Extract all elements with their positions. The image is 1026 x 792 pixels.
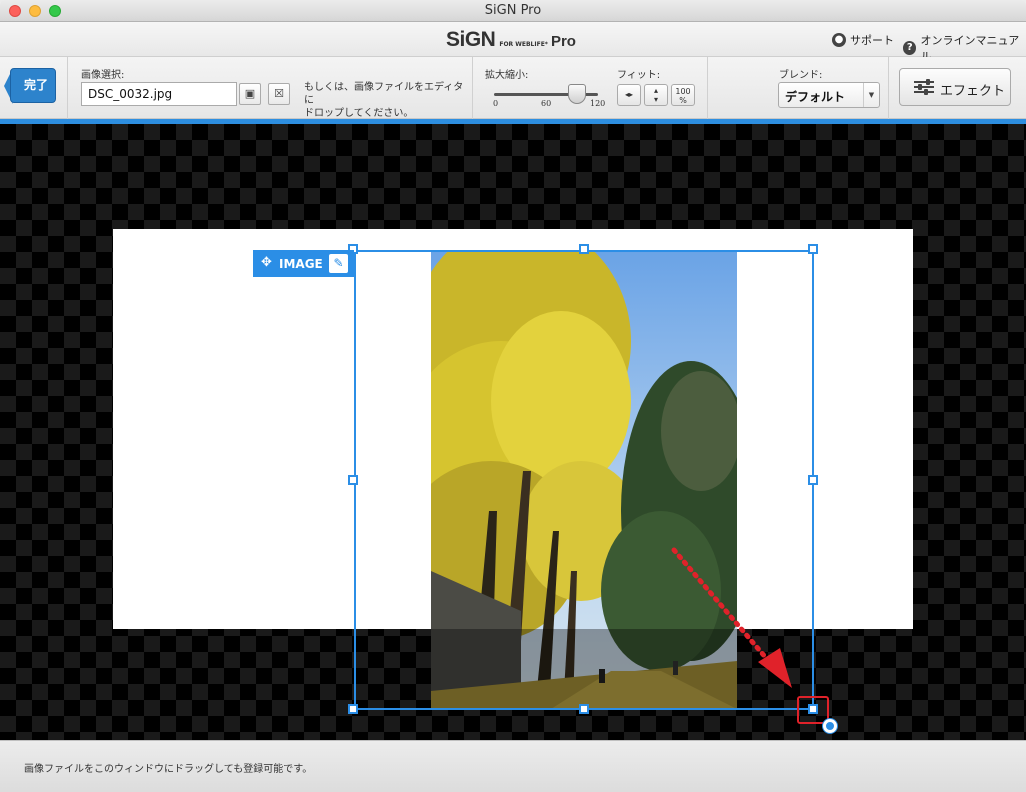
logo-main-text: SiGN	[446, 28, 496, 51]
choose-image-button[interactable]: ▣	[239, 83, 261, 105]
toolbar-divider	[888, 57, 889, 119]
logo-sub-text: FOR WEBLIFE*	[499, 41, 548, 48]
zoom-label: 拡大縮小:	[485, 70, 529, 81]
toolbar-divider	[67, 57, 68, 119]
resize-handle-right[interactable]	[808, 475, 818, 485]
drag-arrow-annotation	[671, 547, 792, 688]
move-icon[interactable]: ✥	[261, 255, 272, 270]
resize-handle-left[interactable]	[348, 475, 358, 485]
fit-100-percent: %	[679, 96, 687, 105]
fit-height-icon: ▴ ▾	[653, 86, 658, 104]
resize-handle-top-right[interactable]	[808, 244, 818, 254]
image-tag-label: IMAGE	[279, 257, 323, 271]
person-icon: ●	[832, 33, 846, 47]
app-logo: SiGN FOR WEBLIFE* Pro	[446, 28, 576, 52]
file-name-field[interactable]: DSC_0032.jpg	[81, 82, 237, 106]
drop-hint-line: もしくは、画像ファイルをエディタに	[304, 82, 464, 106]
chevron-down-icon: ▼	[863, 83, 879, 107]
fit-100-text: 100	[675, 87, 691, 96]
resize-handle-bottom[interactable]	[579, 704, 589, 714]
editor-canvas[interactable]: ✥ IMAGE ✎	[0, 124, 1026, 740]
highlight-box	[797, 696, 829, 724]
status-bar: 画像ファイルをこのウィンドウにドラッグしても登録可能です。	[0, 740, 1026, 792]
help-icon: ?	[903, 41, 917, 55]
title-bar: SiGN Pro	[0, 0, 1026, 22]
clear-image-button[interactable]: ☒	[268, 83, 290, 105]
image-select-label: 画像選択:	[81, 70, 125, 81]
zoom-tick-label: 0	[493, 99, 499, 108]
toolbar-divider	[472, 57, 473, 119]
drop-hint: もしくは、画像ファイルをエディタに ドロップしてください。	[304, 81, 469, 120]
toolbar-divider	[707, 57, 708, 119]
fit-label: フィット:	[617, 70, 661, 81]
rotate-handle[interactable]	[823, 719, 837, 733]
zoom-slider-thumb[interactable]	[568, 84, 586, 104]
app-header: SiGN FOR WEBLIFE* Pro ● サポート ? オンラインマニュア…	[0, 22, 1026, 63]
support-label: サポート	[850, 34, 894, 47]
pencil-icon[interactable]: ✎	[329, 254, 348, 273]
status-text: 画像ファイルをこのウィンドウにドラッグしても登録可能です。	[24, 764, 313, 775]
zoom-tick-label: 120	[590, 99, 606, 108]
effect-label: エフェクト	[940, 84, 1006, 99]
fit-width-button[interactable]: ◂▸	[617, 84, 641, 106]
window-title: SiGN Pro	[484, 3, 542, 18]
fit-100-button[interactable]: 100 %	[671, 84, 695, 106]
clear-icon: ☒	[274, 87, 284, 100]
blend-label: ブレンド:	[779, 70, 823, 81]
done-button[interactable]: 完了	[10, 68, 56, 103]
support-link[interactable]: ● サポート	[832, 32, 894, 48]
fit-width-icon: ◂▸	[624, 90, 634, 99]
resize-handle-top[interactable]	[579, 244, 589, 254]
image-icon: ▣	[244, 87, 256, 100]
effect-button[interactable]: エフェクト	[899, 68, 1011, 106]
image-layer-tag[interactable]: ✥ IMAGE ✎	[253, 250, 354, 277]
blend-select[interactable]: デフォルト ▼	[778, 82, 880, 108]
resize-handle-bottom-left[interactable]	[348, 704, 358, 714]
zoom-tick-label: 60	[541, 99, 552, 108]
fit-height-button[interactable]: ▴ ▾	[644, 84, 668, 106]
sliders-icon	[914, 79, 934, 95]
logo-pro-text: Pro	[550, 33, 576, 50]
blend-value: デフォルト	[785, 90, 846, 104]
